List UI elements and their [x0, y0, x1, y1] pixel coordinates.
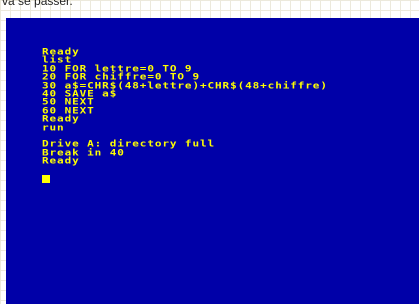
page: va se passer. Ready list 10 FOR lettre=0…: [0, 0, 419, 304]
terminal-line: Ready: [42, 113, 80, 125]
terminal-line: Ready: [42, 46, 80, 57]
terminal-output: Ready list 10 FOR lettre=0 TO 9 20 FOR c…: [42, 46, 328, 167]
terminal-line: 60 NEXT: [42, 105, 95, 116]
emulator-screen[interactable]: Ready list 10 FOR lettre=0 TO 9 20 FOR c…: [6, 18, 419, 304]
terminal-line: Break in 40: [42, 146, 125, 158]
terminal-line: run: [42, 121, 65, 133]
text-cursor: [42, 175, 50, 183]
terminal-line: Ready: [42, 155, 80, 167]
caption-text: va se passer.: [2, 0, 73, 8]
